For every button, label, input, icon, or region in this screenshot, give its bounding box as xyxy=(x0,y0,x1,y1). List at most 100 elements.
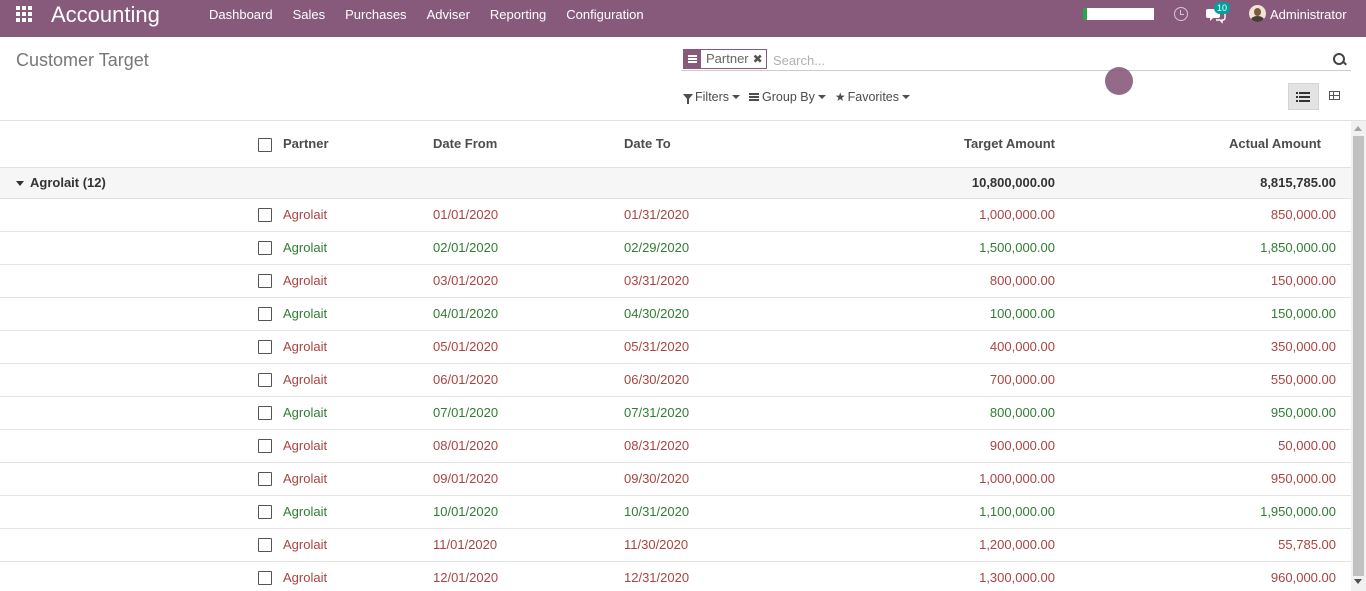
table-row[interactable]: Agrolait 07/01/2020 07/31/2020 800,000.00 95… xyxy=(0,396,1351,429)
activity-clock-icon[interactable] xyxy=(1174,7,1188,21)
filters-dropdown[interactable]: Filters xyxy=(683,89,741,105)
cell-target-amount: 1,000,000.00 xyxy=(979,207,1055,222)
notification-badge: 10 xyxy=(1214,2,1231,14)
cell-partner: Agrolait xyxy=(283,339,328,354)
vertical-scrollbar[interactable] xyxy=(1351,121,1366,591)
cell-date-from: 01/01/2020 xyxy=(433,207,499,222)
cell-actual-amount: 1,850,000.00 xyxy=(1260,240,1336,255)
cell-date-from: 02/01/2020 xyxy=(433,240,499,255)
facet-label: Partner xyxy=(706,51,749,66)
cell-actual-amount: 55,785.00 xyxy=(1278,537,1336,552)
cell-date-from: 03/01/2020 xyxy=(433,273,499,288)
table-row[interactable]: Agrolait 08/01/2020 08/31/2020 900,000.00 50… xyxy=(0,429,1351,462)
table-row[interactable]: Agrolait 06/01/2020 06/30/2020 700,000.00 55… xyxy=(0,363,1351,396)
cell-actual-amount: 1,950,000.00 xyxy=(1260,504,1336,519)
groupby-bars-icon xyxy=(749,93,760,101)
cell-partner: Agrolait xyxy=(283,405,328,420)
row-checkbox[interactable] xyxy=(258,340,272,355)
table-row[interactable]: Agrolait 05/01/2020 05/31/2020 400,000.00 35… xyxy=(0,330,1351,363)
search-icon[interactable] xyxy=(1333,53,1347,67)
cell-date-to: 06/30/2020 xyxy=(624,372,690,387)
cell-partner: Agrolait xyxy=(283,372,328,387)
facet-remove-icon[interactable]: ✖ xyxy=(753,50,766,68)
row-checkbox[interactable] xyxy=(258,373,272,388)
cell-actual-amount: 950,000.00 xyxy=(1270,405,1336,420)
menu-adviser[interactable]: Adviser xyxy=(417,0,480,30)
cell-target-amount: 1,200,000.00 xyxy=(979,537,1055,552)
menu-purchases[interactable]: Purchases xyxy=(335,0,416,30)
column-date-from[interactable]: Date From xyxy=(433,121,624,168)
search-input[interactable] xyxy=(773,51,1193,69)
star-icon: ★ xyxy=(834,90,846,104)
groupby-dropdown[interactable]: Group By xyxy=(749,89,826,105)
cell-partner: Agrolait xyxy=(283,570,328,585)
groupby-label: Group By xyxy=(762,90,815,104)
cell-target-amount: 1,000,000.00 xyxy=(979,471,1055,486)
list-view-button[interactable] xyxy=(1288,83,1319,110)
cell-actual-amount: 850,000.00 xyxy=(1270,207,1336,222)
group-by-icon xyxy=(684,50,701,68)
search-bar: Partner ✖ xyxy=(681,48,1351,71)
user-avatar[interactable] xyxy=(1249,5,1266,22)
favorites-label: Favorites xyxy=(847,90,900,104)
onboarding-progress-bar[interactable] xyxy=(1083,8,1154,20)
caret-down-icon xyxy=(16,180,24,186)
row-checkbox[interactable] xyxy=(258,505,272,520)
row-checkbox[interactable] xyxy=(258,538,272,553)
user-menu-name[interactable]: Administrator xyxy=(1270,7,1347,23)
column-target-amount[interactable]: Target Amount xyxy=(815,121,1055,168)
group-target-total: 10,800,000.00 xyxy=(971,175,1055,190)
cell-partner: Agrolait xyxy=(283,471,328,486)
cell-date-from: 12/01/2020 xyxy=(433,570,499,585)
column-partner[interactable]: Partner xyxy=(283,121,433,168)
favorites-dropdown[interactable]: ★ Favorites xyxy=(834,89,911,105)
caret-down-icon xyxy=(817,95,826,99)
top-navbar: Accounting Dashboard Sales Purchases Adv… xyxy=(0,0,1366,37)
pivot-view-button[interactable] xyxy=(1320,83,1349,110)
cell-date-to: 07/31/2020 xyxy=(624,405,690,420)
table-row[interactable]: Agrolait 09/01/2020 09/30/2020 1,000,000.00… xyxy=(0,462,1351,495)
menu-reporting[interactable]: Reporting xyxy=(480,0,556,30)
search-options: Filters Group By ★ Favorites xyxy=(683,89,919,105)
select-all-checkbox[interactable] xyxy=(258,137,272,152)
table-row[interactable]: Agrolait 11/01/2020 11/30/2020 1,200,000.00… xyxy=(0,528,1351,561)
row-checkbox[interactable] xyxy=(258,208,272,223)
row-checkbox[interactable] xyxy=(258,472,272,487)
table-row[interactable]: Agrolait 02/01/2020 02/29/2020 1,500,000.00… xyxy=(0,231,1351,264)
cell-date-to: 05/31/2020 xyxy=(624,339,690,354)
cell-partner: Agrolait xyxy=(283,240,328,255)
column-actual-amount[interactable]: Actual Amount xyxy=(1055,121,1336,168)
row-checkbox[interactable] xyxy=(258,307,272,322)
scroll-thumb[interactable] xyxy=(1353,136,1364,576)
row-checkbox[interactable] xyxy=(258,274,272,289)
row-checkbox[interactable] xyxy=(258,571,272,586)
caret-down-icon xyxy=(902,95,911,99)
control-panel: Customer Target Partner ✖ Filters Group … xyxy=(0,37,1366,121)
filters-label: Filters xyxy=(695,90,730,104)
cell-target-amount: 700,000.00 xyxy=(989,372,1055,387)
menu-configuration[interactable]: Configuration xyxy=(556,0,653,30)
scroll-down-arrow-icon[interactable] xyxy=(1354,579,1362,584)
filter-funnel-icon xyxy=(683,94,693,104)
menu-sales[interactable]: Sales xyxy=(283,0,336,30)
column-date-to[interactable]: Date To xyxy=(624,121,815,168)
cell-target-amount: 100,000.00 xyxy=(989,306,1055,321)
app-title[interactable]: Accounting xyxy=(51,2,160,28)
menu-dashboard[interactable]: Dashboard xyxy=(199,0,283,30)
cell-target-amount: 1,300,000.00 xyxy=(979,570,1055,585)
loading-indicator xyxy=(1105,67,1133,95)
table-row[interactable]: Agrolait 03/01/2020 03/31/2020 800,000.00 15… xyxy=(0,264,1351,297)
group-row-agrolait[interactable]: Agrolait (12) 10,800,000.00 8,815,785.00 xyxy=(0,167,1351,198)
scroll-up-arrow-icon[interactable] xyxy=(1354,126,1362,131)
table-row[interactable]: Agrolait 10/01/2020 10/31/2020 1,100,000.00… xyxy=(0,495,1351,528)
row-checkbox[interactable] xyxy=(258,439,272,454)
table-row[interactable]: Agrolait 01/01/2020 01/31/2020 1,000,000.00… xyxy=(0,198,1351,231)
row-checkbox[interactable] xyxy=(258,241,272,256)
cell-date-to: 03/31/2020 xyxy=(624,273,690,288)
cell-target-amount: 800,000.00 xyxy=(989,405,1055,420)
table-row[interactable]: Agrolait 04/01/2020 04/30/2020 100,000.00 15… xyxy=(0,297,1351,330)
table-row[interactable]: Agrolait 12/01/2020 12/31/2020 1,300,000.00… xyxy=(0,561,1351,591)
cell-date-to: 01/31/2020 xyxy=(624,207,690,222)
row-checkbox[interactable] xyxy=(258,406,272,421)
apps-grid-icon[interactable] xyxy=(16,6,34,24)
